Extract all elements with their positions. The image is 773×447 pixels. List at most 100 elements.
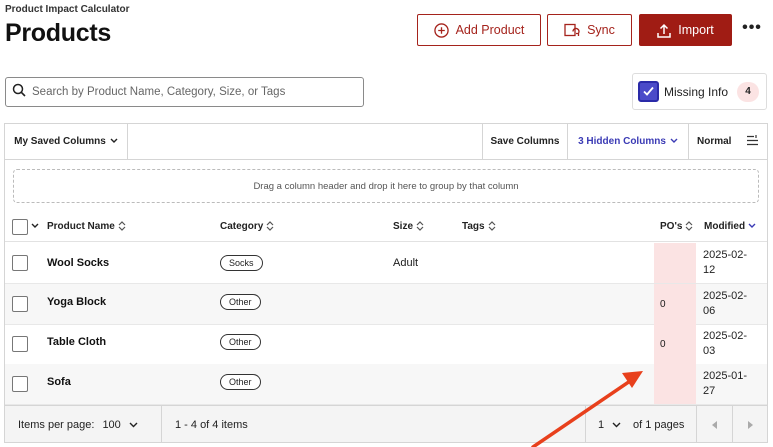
sync-icon — [564, 23, 580, 38]
column-header-modified[interactable]: Modified — [704, 211, 756, 242]
row-checkbox[interactable] — [12, 255, 28, 271]
column-header-size[interactable]: Size — [393, 211, 424, 242]
column-header-category[interactable]: Category — [220, 211, 274, 242]
sync-label: Sync — [587, 23, 615, 37]
column-header-pos[interactable]: PO's — [660, 211, 693, 242]
column-label: Category — [220, 221, 264, 232]
category-pill: Other — [220, 374, 261, 390]
missing-info-checkbox[interactable] — [638, 81, 659, 102]
save-columns-button[interactable]: Save Columns — [483, 124, 567, 159]
pos-cell — [654, 243, 696, 283]
saved-columns-dropdown[interactable]: My Saved Columns — [5, 124, 127, 159]
sync-button[interactable]: Sync — [547, 14, 632, 46]
chevron-down-icon — [110, 136, 118, 147]
page-select[interactable]: 1 — [598, 406, 621, 443]
search-input[interactable] — [32, 86, 352, 98]
import-button[interactable]: Import — [639, 14, 732, 46]
product-name-cell[interactable]: Sofa — [47, 364, 71, 400]
page-count: of 1 pages — [633, 418, 685, 431]
hidden-columns-dropdown[interactable]: 3 Hidden Columns — [568, 124, 688, 159]
row-checkbox[interactable] — [12, 376, 28, 392]
column-label: Tags — [462, 221, 485, 232]
category-cell: Other — [220, 284, 261, 320]
modified-cell: 2025-02-06 — [703, 290, 748, 317]
items-per-page-label: Items per page: — [18, 418, 95, 431]
items-per-page: Items per page: 100 — [18, 406, 138, 443]
density-selector[interactable]: Normal — [689, 124, 767, 159]
modified-cell: 2025-01-27 — [703, 370, 748, 397]
density-label: Normal — [697, 136, 732, 147]
column-label: Product Name — [47, 221, 115, 232]
save-columns-label: Save Columns — [490, 136, 560, 147]
chevron-down-icon — [612, 422, 621, 427]
modified-cell: 2025-02-12 — [703, 249, 748, 276]
items-per-page-value: 100 — [102, 418, 121, 431]
pos-cell — [654, 364, 696, 404]
size-cell: Adult — [393, 257, 419, 269]
sort-icon — [685, 220, 693, 233]
missing-info-label: Missing Info — [664, 84, 729, 99]
sort-icon — [416, 220, 424, 233]
chevron-down-icon — [129, 422, 138, 427]
hidden-columns-label: 3 Hidden Columns — [578, 136, 666, 147]
pos-cell: 0 — [654, 324, 696, 364]
products-grid: My Saved Columns Save Columns 3 Hidden C… — [4, 123, 768, 443]
table-row[interactable]: Table Cloth Other 0 2025-02-03 — [5, 324, 767, 365]
category-pill: Socks — [220, 255, 263, 271]
product-name-cell[interactable]: Wool Socks — [47, 243, 109, 283]
table-row[interactable]: Sofa Other 2025-01-27 — [5, 364, 767, 405]
search-field[interactable] — [5, 77, 364, 107]
import-label: Import — [678, 23, 714, 37]
sort-descending-icon — [748, 223, 756, 231]
category-cell: Other — [220, 324, 261, 360]
triangle-left-icon — [711, 420, 717, 429]
category-cell: Other — [220, 364, 261, 400]
missing-info-filter[interactable]: Missing Info 4 — [632, 73, 767, 110]
app-subtitle: Product Impact Calculator — [5, 4, 130, 15]
sort-icon — [488, 220, 496, 233]
category-cell: Socks — [220, 243, 263, 283]
column-label: PO's — [660, 221, 683, 232]
saved-columns-label: My Saved Columns — [14, 136, 106, 147]
search-icon — [12, 83, 26, 102]
items-per-page-select[interactable]: 100 — [102, 418, 138, 431]
grid-toolbar: My Saved Columns Save Columns 3 Hidden C… — [5, 124, 767, 160]
product-name-cell[interactable]: Table Cloth — [47, 324, 106, 360]
items-range: 1 - 4 of 4 items — [175, 418, 248, 431]
next-page-button[interactable] — [733, 406, 767, 443]
upload-icon — [657, 23, 672, 38]
select-all-control[interactable] — [12, 211, 39, 242]
density-settings-icon — [746, 134, 759, 149]
column-header-product-name[interactable]: Product Name — [47, 211, 126, 242]
chevron-down-icon[interactable] — [31, 221, 39, 232]
category-pill: Other — [220, 334, 261, 350]
grid-header-row: Product Name Category Size Tags PO's Mod… — [5, 211, 767, 242]
previous-page-button[interactable] — [697, 406, 732, 443]
add-product-label: Add Product — [455, 23, 525, 37]
table-row[interactable]: Yoga Block Other 0 2025-02-06 — [5, 284, 767, 325]
pos-cell: 0 — [654, 284, 696, 324]
row-checkbox[interactable] — [12, 336, 28, 352]
add-product-button[interactable]: Add Product — [417, 14, 541, 46]
row-checkbox[interactable] — [12, 296, 28, 312]
page-title: Products — [5, 19, 111, 47]
group-by-drop-zone[interactable]: Drag a column header and drop it here to… — [13, 169, 759, 203]
column-label: Modified — [704, 221, 746, 232]
missing-info-count-badge: 4 — [737, 81, 760, 102]
product-name-cell[interactable]: Yoga Block — [47, 284, 106, 320]
modified-cell: 2025-02-03 — [703, 330, 748, 357]
pagination-footer: Items per page: 100 1 - 4 of 4 items 1 o… — [5, 405, 767, 443]
category-pill: Other — [220, 294, 261, 310]
chevron-down-icon — [670, 136, 678, 147]
sort-icon — [118, 220, 126, 233]
select-all-checkbox[interactable] — [12, 218, 28, 235]
sort-icon — [266, 220, 274, 233]
column-label: Size — [393, 221, 414, 232]
page-number: 1 — [598, 418, 605, 431]
more-options-button[interactable]: ••• — [741, 20, 763, 40]
table-row[interactable]: Wool Socks Socks Adult 2025-02-12 — [5, 243, 767, 284]
plus-circle-icon — [433, 22, 449, 38]
column-header-tags[interactable]: Tags — [462, 211, 496, 242]
triangle-right-icon — [748, 420, 753, 429]
checkmark-icon — [643, 86, 654, 96]
